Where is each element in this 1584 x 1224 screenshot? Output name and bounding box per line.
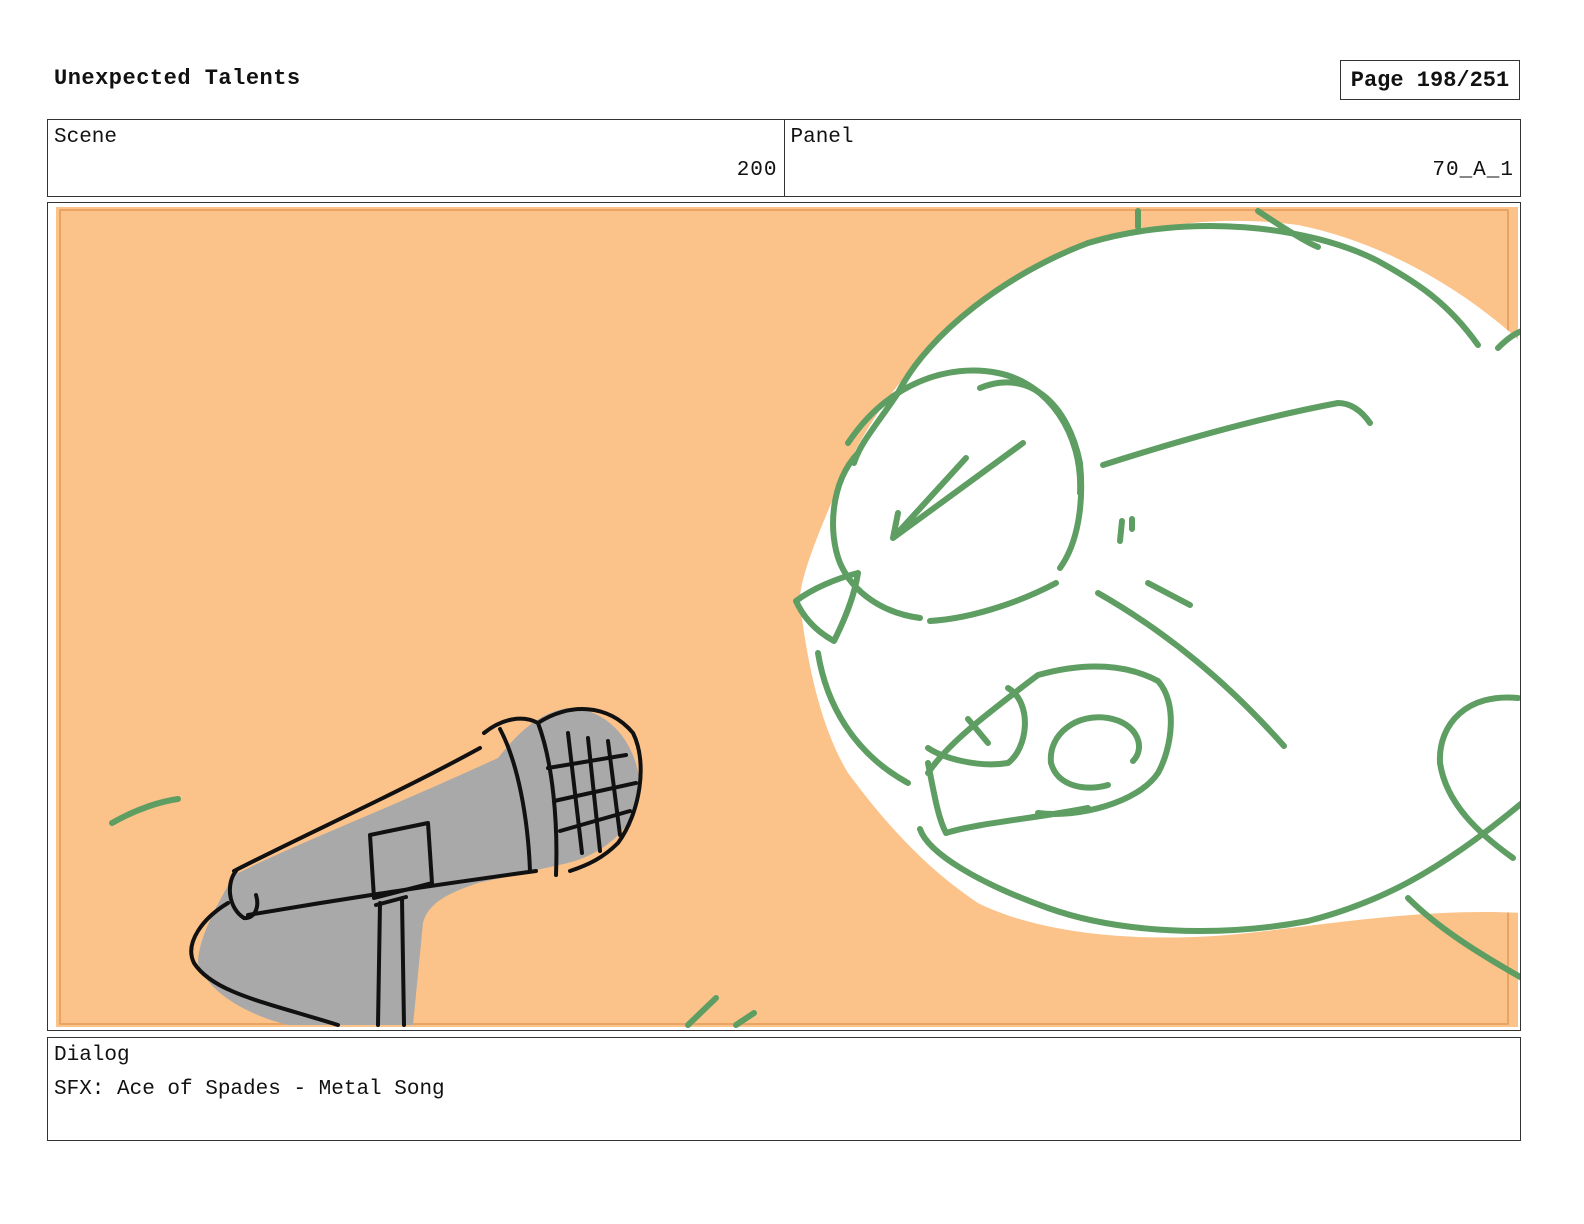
scene-panel-row: Scene 200 Panel 70_A_1	[47, 119, 1521, 197]
panel-cell: Panel 70_A_1	[783, 120, 1521, 196]
storyboard-title: Unexpected Talents	[54, 66, 301, 91]
dialog-text: SFX: Ace of Spades - Metal Song	[54, 1078, 445, 1101]
scene-value: 200	[736, 159, 778, 182]
panel-value: 70_A_1	[1432, 159, 1514, 182]
dialog-box: Dialog SFX: Ace of Spades - Metal Song	[47, 1037, 1521, 1141]
panel-label: Panel	[790, 126, 854, 149]
page-number-box: Page 198/251	[1340, 60, 1520, 100]
mic-stand-left	[376, 901, 382, 1027]
page-number: Page 198/251	[1350, 67, 1510, 93]
scene-cell: Scene 200	[48, 120, 784, 196]
mic-stand-right	[400, 897, 406, 1027]
panel-artwork	[56, 207, 1520, 1028]
dialog-label: Dialog	[54, 1044, 130, 1067]
scene-label: Scene	[54, 126, 118, 149]
storyboard-panel	[47, 202, 1521, 1031]
